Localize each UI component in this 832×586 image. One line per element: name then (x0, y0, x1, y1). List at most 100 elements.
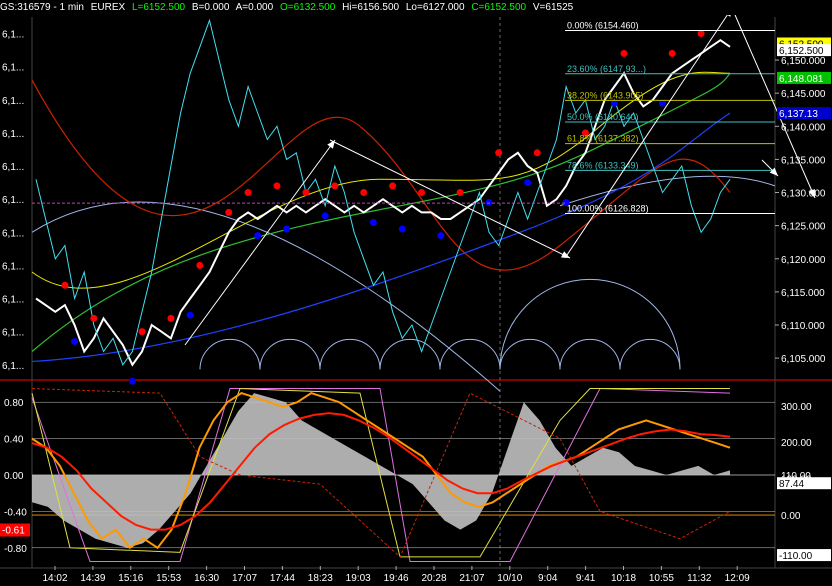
bid-label: B=0.000 (191, 2, 230, 13)
buy-marker (186, 311, 194, 319)
cycle-arc (559, 338, 621, 370)
left-price-label: 6,1... (2, 361, 24, 372)
trend-arrow (184, 139, 336, 346)
value-label: 6,137.13 (779, 109, 818, 120)
ema-blue-line (31, 112, 731, 363)
cycle-arc (31, 201, 501, 392)
price-tick-label: 6,130.000 (781, 189, 826, 200)
trend-arrow (329, 139, 571, 259)
cycle-arc (499, 338, 561, 370)
sell-marker (697, 30, 705, 38)
osc-right-tick: 300.00 (781, 402, 812, 413)
buy-marker (485, 198, 493, 206)
price-line (35, 38, 731, 367)
x-tick-label: 15:53 (156, 573, 181, 584)
x-tick-label: 14:02 (42, 573, 67, 584)
sell-marker (138, 328, 146, 336)
open-label: O=6132.500 (279, 2, 336, 13)
close-label: C=6152.500 (471, 2, 527, 13)
price-tick-label: 6,150.000 (781, 56, 826, 67)
sell-marker (302, 189, 310, 197)
ask-label: A=0.000 (235, 2, 274, 13)
sell-marker (418, 189, 426, 197)
x-tick-label: 16:30 (194, 573, 219, 584)
price-tick-label: 6,115.000 (781, 288, 825, 299)
price-tick-label: 6,110.000 (781, 321, 825, 332)
low-label: Lo=6127.000 (405, 2, 465, 13)
left-price-label: 6,1... (2, 63, 24, 74)
price-tick-label: 6,145.000 (781, 89, 826, 100)
sell-marker (389, 182, 397, 190)
osc-left-tick: -0.80 (4, 544, 27, 555)
sell-marker (90, 314, 98, 322)
cycle-arc (499, 278, 681, 370)
x-tick-label: 15:16 (118, 573, 143, 584)
sell-marker (360, 189, 368, 197)
cycle-arc (199, 338, 261, 370)
sell-marker (167, 314, 175, 322)
left-price-label: 6,1... (2, 129, 24, 140)
left-price-label: 6,1... (2, 162, 24, 173)
sell-marker (620, 49, 628, 57)
ema-red-line (31, 79, 731, 271)
x-tick-label: 18:23 (308, 573, 333, 584)
x-tick-label: 11:32 (687, 573, 712, 584)
fib-level-label: 78.6% (6133.349) (567, 160, 639, 170)
fib-level-label: 0.00% (6154.460) (567, 21, 639, 31)
osc-left-tick: 0.80 (4, 398, 24, 409)
x-tick-label: 10/10 (497, 573, 522, 584)
sell-marker (61, 281, 69, 289)
sell-marker (225, 208, 233, 216)
osc-left-tick: 0.40 (4, 435, 24, 446)
x-tick-label: 20:28 (421, 573, 446, 584)
left-price-label: 6,1... (2, 328, 24, 339)
price-tick-label: 6,120.000 (781, 255, 826, 266)
sell-marker (495, 149, 503, 157)
x-tick-label: 9:04 (538, 573, 558, 584)
buy-marker (321, 212, 329, 220)
buy-marker (71, 338, 79, 346)
ema-yellow-line (31, 71, 731, 289)
left-price-label: 6,1... (2, 96, 24, 107)
x-tick-label: 19:46 (384, 573, 409, 584)
buy-marker (283, 225, 291, 233)
cycle-arc (619, 338, 681, 370)
buy-marker (524, 179, 532, 187)
volume-label: V=61525 (532, 2, 574, 13)
symbol-label: GS:316579 - 1 min (0, 2, 84, 13)
sell-marker (273, 182, 281, 190)
cycle-arc (259, 338, 321, 370)
last-label: L=6152.500 (131, 2, 186, 13)
osc-value-label: -110.00 (779, 551, 813, 562)
buy-marker (398, 225, 406, 233)
fib-level-label: 61.8% (6137.382) (567, 134, 639, 144)
fib-level-label: 38.20% (6143.905) (567, 90, 644, 100)
x-tick-label: 21:07 (459, 573, 484, 584)
price-tick-label: 6,125.000 (781, 222, 826, 233)
exchange-label: EUREX (90, 2, 126, 13)
fib-level-label: 50.0% (6140.640) (567, 112, 639, 122)
osc-left-marker: -0.61 (2, 526, 25, 537)
x-tick-label: 17:07 (232, 573, 257, 584)
chart-canvas[interactable]: 6,150.000 6,145.000 6,140.000 6,135.000 6,13… (0, 0, 832, 586)
x-tick-label: 19:03 (346, 573, 371, 584)
buy-marker (128, 377, 136, 385)
left-price-label: 6,1... (2, 295, 24, 306)
sell-marker (456, 189, 464, 197)
buy-marker (369, 218, 377, 226)
cycle-arc (379, 338, 441, 370)
x-tick-label: 9:41 (576, 573, 596, 584)
left-price-label: 6,1... (2, 261, 24, 272)
osc-value-label: 87.44 (779, 479, 804, 490)
trend-arrow-head (327, 140, 335, 149)
price-tick-label: 6,135.000 (781, 155, 826, 166)
x-tick-label: 17:44 (270, 573, 295, 584)
fib-level-label: 100.00% (6126.828) (567, 204, 649, 214)
chart-header: GS:316579 - 1 min EUREX L=6152.500 B=0.0… (0, 0, 832, 15)
price-tick-label: 6,140.000 (781, 122, 826, 133)
left-price-label: 6,1... (2, 30, 24, 41)
x-tick-label: 10:55 (649, 573, 674, 584)
fib-level-label: 23.60% (6147.93...) (567, 64, 646, 74)
oscillator-panel: 0.800.400.00-0.40-0.80300.00200.00100.00… (0, 388, 831, 562)
osc-left-tick: -0.40 (4, 507, 27, 518)
